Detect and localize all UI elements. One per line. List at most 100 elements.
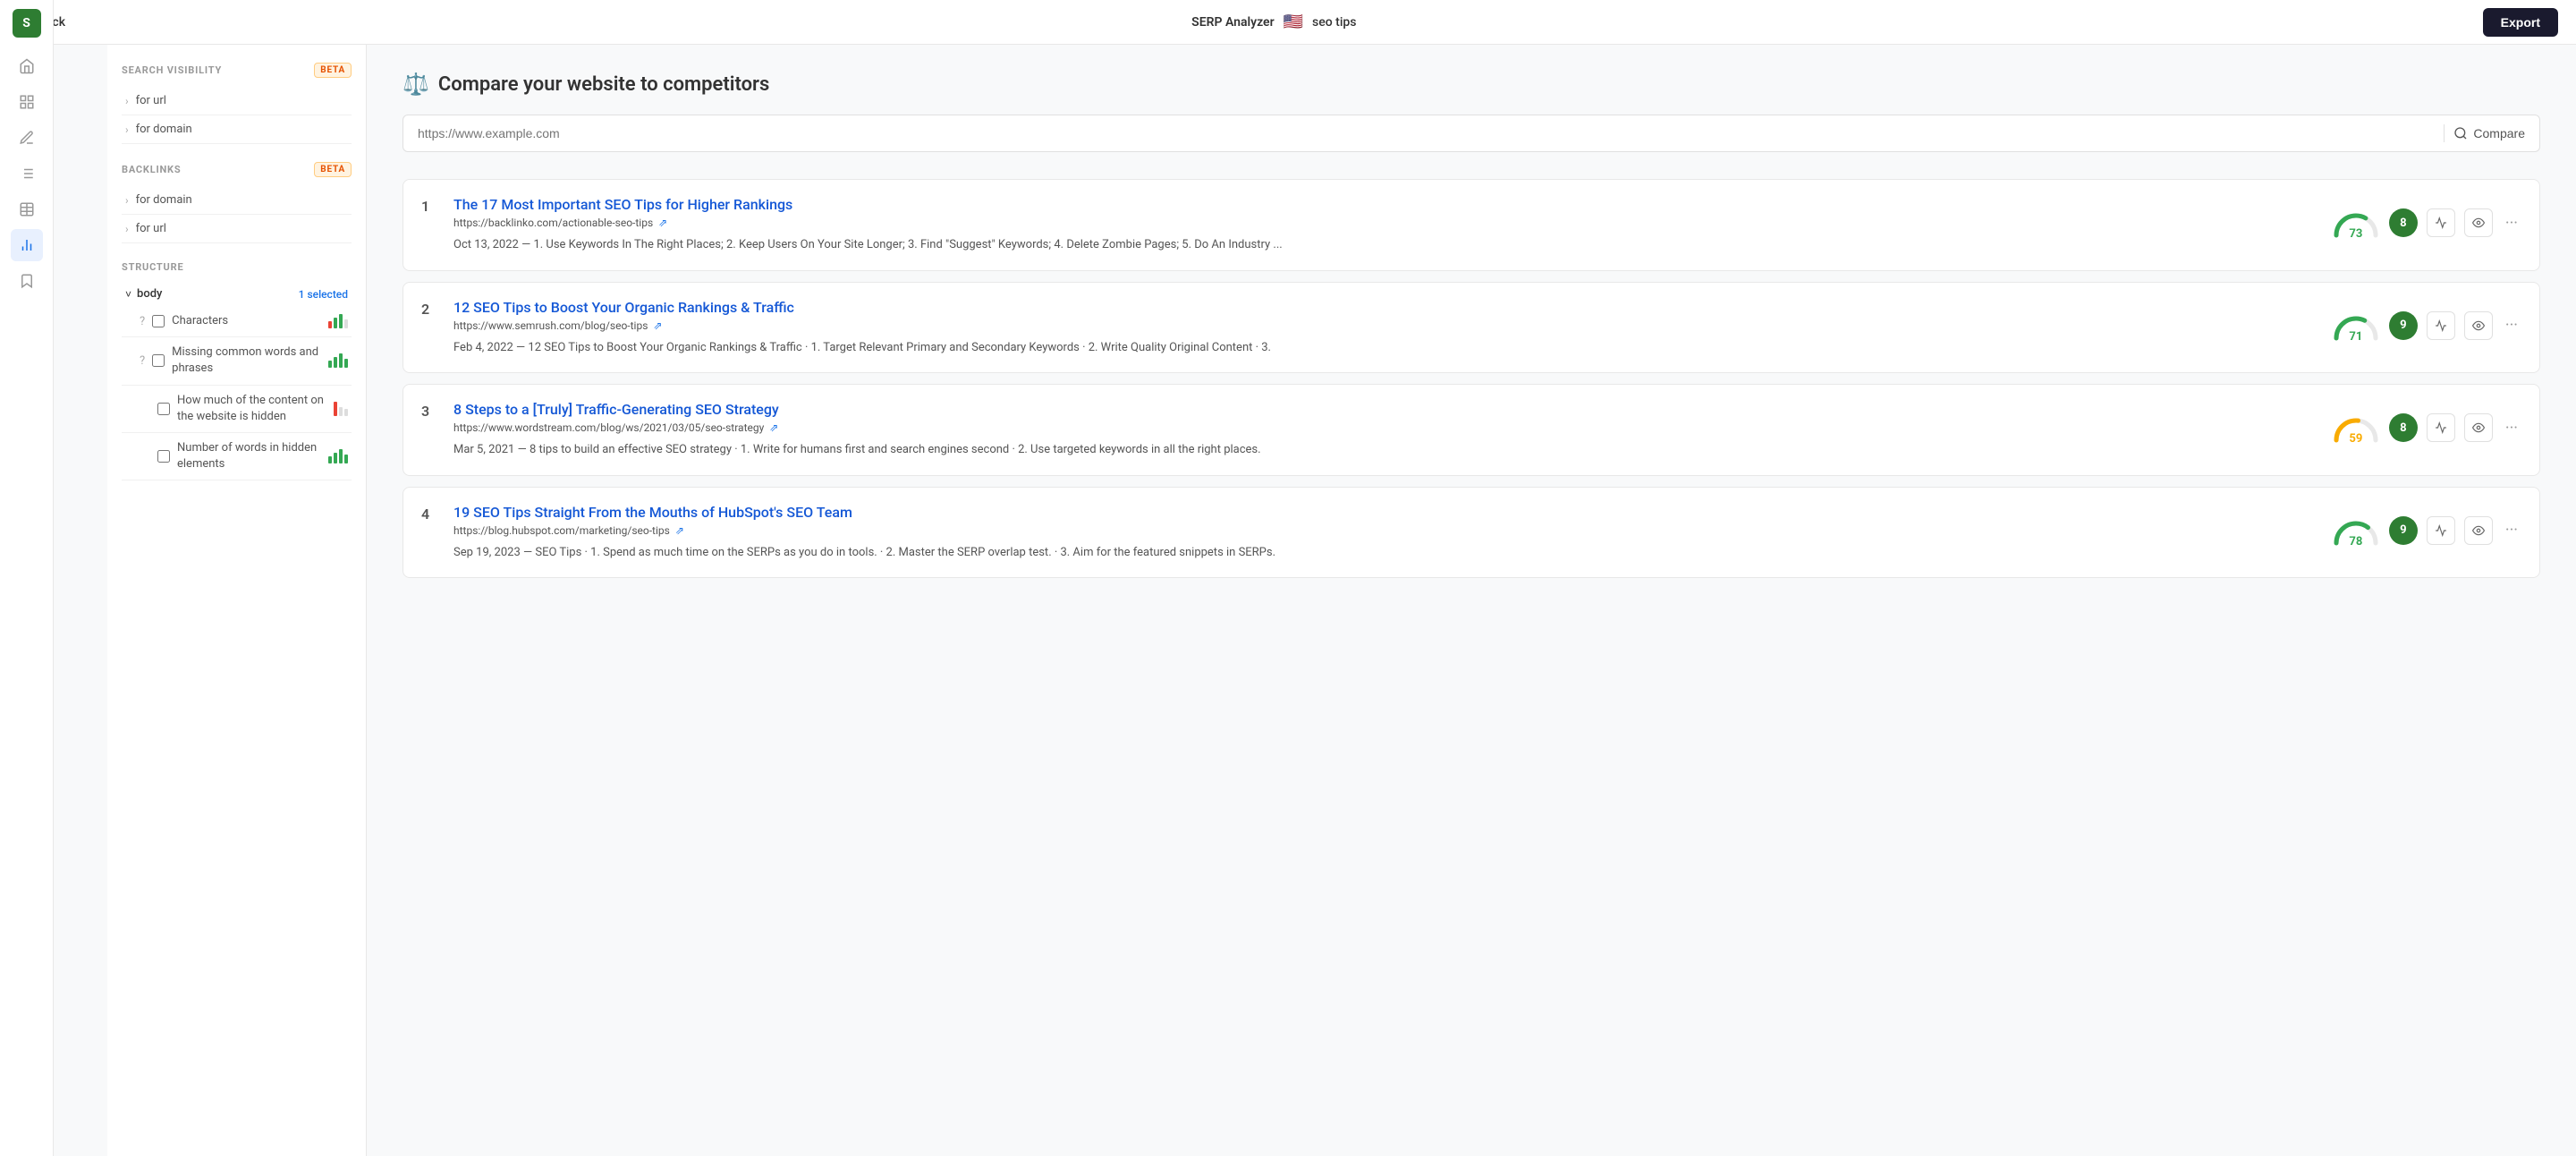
search-visibility-label: SEARCH VISIBILITY BETA	[122, 63, 352, 78]
beta-badge-backlinks: BETA	[314, 162, 352, 177]
result-rank: 2	[421, 299, 439, 318]
authority-badge: 8	[2389, 208, 2418, 237]
home-icon[interactable]	[11, 50, 43, 82]
result-url-row: https://www.wordstream.com/blog/ws/2021/…	[453, 421, 2318, 434]
result-item: 1 The 17 Most Important SEO Tips for Hig…	[402, 179, 2540, 271]
external-link-icon[interactable]: ⇗	[769, 421, 778, 434]
body-row[interactable]: ˅ body 1 selected	[122, 282, 352, 306]
chart-button[interactable]	[2427, 516, 2455, 545]
more-button[interactable]: ···	[2502, 214, 2521, 233]
result-url-row: https://backlinko.com/actionable-seo-tip…	[453, 217, 2318, 229]
score-gauge: 73	[2332, 205, 2380, 241]
result-body: 8 Steps to a [Truly] Traffic-Generating …	[453, 401, 2318, 459]
chart-button[interactable]	[2427, 311, 2455, 340]
characters-checkbox[interactable]	[152, 315, 165, 327]
hidden-words-checkbox[interactable]	[157, 450, 170, 463]
external-link-icon[interactable]: ⇗	[675, 524, 684, 537]
result-rank: 3	[421, 401, 439, 420]
result-url: https://www.semrush.com/blog/seo-tips	[453, 319, 648, 332]
hidden-words-label: Number of words in hidden elements	[177, 440, 321, 472]
compare-url-input[interactable]	[418, 126, 2435, 140]
result-metrics: 59 8 ···	[2332, 401, 2521, 446]
result-rank: 4	[421, 504, 439, 523]
compare-button[interactable]: Compare	[2453, 126, 2525, 140]
icon-rail: S	[0, 0, 54, 1156]
authority-badge: 9	[2389, 516, 2418, 545]
result-item: 3 8 Steps to a [Truly] Traffic-Generatin…	[402, 384, 2540, 476]
result-title[interactable]: 12 SEO Tips to Boost Your Organic Rankin…	[453, 299, 2318, 316]
hidden-content-checkbox[interactable]	[157, 403, 170, 415]
missing-words-checkbox[interactable]	[152, 354, 165, 367]
external-link-icon[interactable]: ⇗	[658, 217, 667, 229]
user-avatar[interactable]: S	[13, 9, 41, 38]
header-keyword: seo tips	[1312, 15, 1356, 30]
result-title[interactable]: 19 SEO Tips Straight From the Mouths of …	[453, 504, 2318, 521]
result-rank: 1	[421, 196, 439, 215]
hidden-content-row: How much of the content on the website i…	[122, 386, 352, 433]
bar-chart-icon[interactable]	[11, 229, 43, 261]
eye-button[interactable]	[2464, 311, 2493, 340]
grid-icon[interactable]	[11, 86, 43, 118]
score-gauge: 78	[2332, 513, 2380, 548]
chevron-right-icon: ›	[125, 123, 129, 136]
result-url: https://blog.hubspot.com/marketing/seo-t…	[453, 524, 670, 537]
missing-words-label: Missing common words and phrases	[172, 344, 321, 377]
flag-icon: 🇺🇸	[1284, 13, 1303, 31]
sidebar-item-for-domain-backlinks[interactable]: › for domain	[122, 186, 352, 215]
table-icon[interactable]	[11, 193, 43, 225]
result-snippet: Oct 13, 2022 — 1. Use Keywords In The Ri…	[453, 236, 2318, 254]
sidebar-item-for-url-search[interactable]: › for url	[122, 87, 352, 115]
result-snippet: Mar 5, 2021 — 8 tips to build an effecti…	[453, 441, 2318, 459]
tool-name: SERP Analyzer	[1191, 15, 1274, 30]
eye-button[interactable]	[2464, 208, 2493, 237]
result-body: 12 SEO Tips to Boost Your Organic Rankin…	[453, 299, 2318, 357]
sidebar: SEARCH VISIBILITY BETA › for url › for d…	[107, 45, 367, 1156]
compare-icon: ⚖️	[402, 72, 429, 97]
external-link-icon[interactable]: ⇗	[653, 319, 662, 332]
export-button[interactable]: Export	[2483, 8, 2558, 37]
score-number: 71	[2349, 330, 2362, 344]
eye-button[interactable]	[2464, 516, 2493, 545]
chart-button[interactable]	[2427, 208, 2455, 237]
characters-bars	[328, 314, 348, 328]
result-title[interactable]: The 17 Most Important SEO Tips for Highe…	[453, 196, 2318, 213]
missing-words-row: ? Missing common words and phrases	[122, 337, 352, 385]
result-url-row: https://www.semrush.com/blog/seo-tips ⇗	[453, 319, 2318, 332]
eye-button[interactable]	[2464, 413, 2493, 442]
chart-button[interactable]	[2427, 413, 2455, 442]
missing-words-bars	[328, 353, 348, 368]
result-item: 2 12 SEO Tips to Boost Your Organic Rank…	[402, 282, 2540, 374]
characters-row: ? Characters	[122, 306, 352, 337]
more-button[interactable]: ···	[2502, 419, 2521, 438]
result-snippet: Feb 4, 2022 — 12 SEO Tips to Boost Your …	[453, 339, 2318, 357]
help-icon-missing[interactable]: ?	[140, 354, 145, 368]
result-snippet: Sep 19, 2023 — SEO Tips · 1. Spend as mu…	[453, 544, 2318, 562]
top-header: Back SERP Analyzer 🇺🇸 seo tips Export	[0, 0, 2576, 45]
score-number: 78	[2349, 535, 2362, 548]
backlinks-label: BACKLINKS BETA	[122, 162, 352, 177]
hidden-words-row: Number of words in hidden elements	[122, 433, 352, 480]
hidden-words-bars	[328, 449, 348, 463]
beta-badge-search: BETA	[314, 63, 352, 78]
more-button[interactable]: ···	[2502, 316, 2521, 335]
chevron-right-icon: ›	[125, 223, 129, 235]
header-center: SERP Analyzer 🇺🇸 seo tips	[80, 13, 2469, 31]
structure-label: STRUCTURE	[122, 261, 352, 273]
chevron-right-icon: ›	[125, 95, 129, 107]
result-url: https://backlinko.com/actionable-seo-tip…	[453, 217, 653, 229]
more-button[interactable]: ···	[2502, 521, 2521, 540]
results-list: 1 The 17 Most Important SEO Tips for Hig…	[402, 179, 2540, 578]
edit-icon[interactable]	[11, 122, 43, 154]
result-metrics: 73 8 ···	[2332, 196, 2521, 241]
chevron-down-icon: ˅	[125, 288, 131, 301]
sidebar-item-for-domain-search[interactable]: › for domain	[122, 115, 352, 144]
result-url-row: https://blog.hubspot.com/marketing/seo-t…	[453, 524, 2318, 537]
bookmark-icon[interactable]	[11, 265, 43, 297]
sidebar-item-for-url-backlinks[interactable]: › for url	[122, 215, 352, 243]
result-item: 4 19 SEO Tips Straight From the Mouths o…	[402, 487, 2540, 579]
help-icon-characters[interactable]: ?	[140, 315, 145, 328]
list-icon[interactable]	[11, 157, 43, 190]
result-metrics: 78 9 ···	[2332, 504, 2521, 548]
result-title[interactable]: 8 Steps to a [Truly] Traffic-Generating …	[453, 401, 2318, 418]
content-area: ⚖️ Compare your website to competitors C…	[367, 45, 2576, 1156]
